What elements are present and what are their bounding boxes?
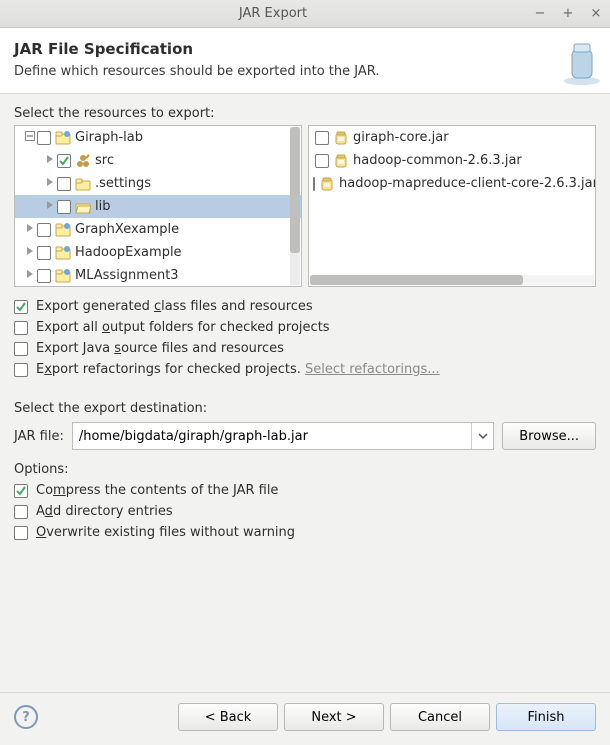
overwrite-label: Overwrite existing files without warning	[36, 525, 295, 540]
wizard-header: JAR File Specification Define which reso…	[0, 28, 610, 94]
tree-item-label: HadoopExample	[75, 245, 182, 260]
page-subtitle: Define which resources should be exporte…	[14, 64, 596, 79]
browse-button[interactable]: Browse...	[502, 422, 596, 450]
overwrite-option[interactable]: Overwrite existing files without warning	[14, 525, 596, 540]
checkbox[interactable]	[14, 300, 28, 314]
expand-icon[interactable]	[43, 176, 57, 191]
checkbox[interactable]	[14, 363, 28, 377]
file-list[interactable]: giraph-core.jar hadoop-common-2.6.3.jar ha…	[308, 125, 596, 287]
jar-icon	[333, 153, 349, 169]
collapse-icon[interactable]	[23, 130, 37, 145]
tree-item[interactable]: .settings	[15, 172, 301, 195]
export-all-output-label: Export all output folders for checked pr…	[36, 320, 330, 335]
expand-icon[interactable]	[23, 268, 37, 283]
maximize-button[interactable]: +	[560, 6, 576, 22]
checkbox[interactable]	[37, 269, 51, 283]
checkbox[interactable]	[37, 223, 51, 237]
minimize-button[interactable]: −	[532, 6, 548, 22]
tree-item[interactable]: lib	[15, 195, 301, 218]
checkbox[interactable]	[315, 131, 329, 145]
close-button[interactable]: ×	[588, 6, 604, 22]
checkbox[interactable]	[14, 526, 28, 540]
export-java-source-option[interactable]: Export Java source files and resources	[14, 341, 596, 356]
checkbox[interactable]	[14, 505, 28, 519]
tree-item-label: lib	[95, 199, 110, 214]
checkbox[interactable]	[14, 321, 28, 335]
checkbox[interactable]	[14, 484, 28, 498]
list-item-label: giraph-core.jar	[353, 130, 449, 145]
cancel-button[interactable]: Cancel	[390, 703, 490, 731]
tree-item[interactable]: src	[15, 149, 301, 172]
page-title: JAR File Specification	[14, 40, 596, 58]
jar-icon	[333, 130, 349, 146]
expand-icon[interactable]	[43, 199, 57, 214]
tree-item[interactable]: MLAssignment3	[15, 264, 301, 287]
tree-item[interactable]: HadoopExample	[15, 241, 301, 264]
export-all-output-option[interactable]: Export all output folders for checked pr…	[14, 320, 596, 335]
checkbox[interactable]	[315, 154, 329, 168]
titlebar: JAR Export − + ×	[0, 0, 610, 28]
tree-item-label: src	[95, 153, 114, 168]
list-item[interactable]: hadoop-common-2.6.3.jar	[309, 149, 595, 172]
resources-label: Select the resources to export:	[14, 106, 596, 121]
jar-file-label: JAR file:	[14, 429, 64, 444]
tree-item[interactable]: Giraph-lab	[15, 126, 301, 149]
tree-item[interactable]: GraphXexample	[15, 218, 301, 241]
project-icon	[55, 268, 71, 284]
jar-banner-icon	[552, 36, 602, 90]
back-button[interactable]: < Back	[178, 703, 278, 731]
checkbox[interactable]	[57, 154, 71, 168]
options-label: Options:	[14, 462, 596, 477]
list-item-label: hadoop-common-2.6.3.jar	[353, 153, 522, 168]
destination-label: Select the export destination:	[14, 401, 596, 416]
list-hscrollbar[interactable]	[310, 275, 594, 285]
checkbox[interactable]	[37, 131, 51, 145]
checkbox[interactable]	[57, 177, 71, 191]
tree-item-label: GraphXexample	[75, 222, 179, 237]
checkbox[interactable]	[313, 177, 315, 191]
finish-button[interactable]: Finish	[496, 703, 596, 731]
wizard-footer: ? < Back Next > Cancel Finish	[0, 692, 610, 745]
compress-option[interactable]: Compress the contents of the JAR file	[14, 483, 596, 498]
export-java-source-label: Export Java source files and resources	[36, 341, 284, 356]
jar-file-input[interactable]	[73, 423, 471, 449]
compress-label: Compress the contents of the JAR file	[36, 483, 278, 498]
checkbox[interactable]	[37, 246, 51, 260]
folder-open-icon	[75, 199, 91, 215]
select-refactorings-link[interactable]: Select refactorings...	[305, 362, 440, 377]
checkbox[interactable]	[57, 200, 71, 214]
project-icon	[55, 130, 71, 146]
add-directory-entries-label: Add directory entries	[36, 504, 173, 519]
expand-icon[interactable]	[23, 245, 37, 260]
project-icon	[55, 222, 71, 238]
export-generated-option[interactable]: Export generated class files and resourc…	[14, 299, 596, 314]
tree-item-label: MLAssignment3	[75, 268, 179, 283]
tree-item-label: .settings	[95, 176, 151, 191]
list-item[interactable]: giraph-core.jar	[309, 126, 595, 149]
jar-file-combo[interactable]	[72, 422, 494, 450]
expand-icon[interactable]	[23, 222, 37, 237]
tree-scrollbar[interactable]	[290, 127, 300, 285]
add-directory-entries-option[interactable]: Add directory entries	[14, 504, 596, 519]
package-icon	[75, 153, 91, 169]
project-icon	[55, 245, 71, 261]
jar-icon	[319, 176, 335, 192]
list-item-label: hadoop-mapreduce-client-core-2.6.3.jar	[339, 176, 596, 191]
export-refactorings-label: Export refactorings for checked projects…	[36, 362, 440, 377]
next-button[interactable]: Next >	[284, 703, 384, 731]
export-generated-label: Export generated class files and resourc…	[36, 299, 313, 314]
checkbox[interactable]	[14, 342, 28, 356]
tree-item-label: Giraph-lab	[75, 130, 143, 145]
expand-icon[interactable]	[43, 153, 57, 168]
help-button[interactable]: ?	[14, 705, 38, 729]
window-title: JAR Export	[20, 6, 526, 21]
export-refactorings-option[interactable]: Export refactorings for checked projects…	[14, 362, 596, 377]
jar-file-dropdown[interactable]	[471, 423, 493, 449]
folder-icon	[75, 176, 91, 192]
list-item[interactable]: hadoop-mapreduce-client-core-2.6.3.jar	[309, 172, 595, 195]
resource-tree[interactable]: Giraph-lab src .settings lib GraphXexample Ha…	[14, 125, 302, 287]
